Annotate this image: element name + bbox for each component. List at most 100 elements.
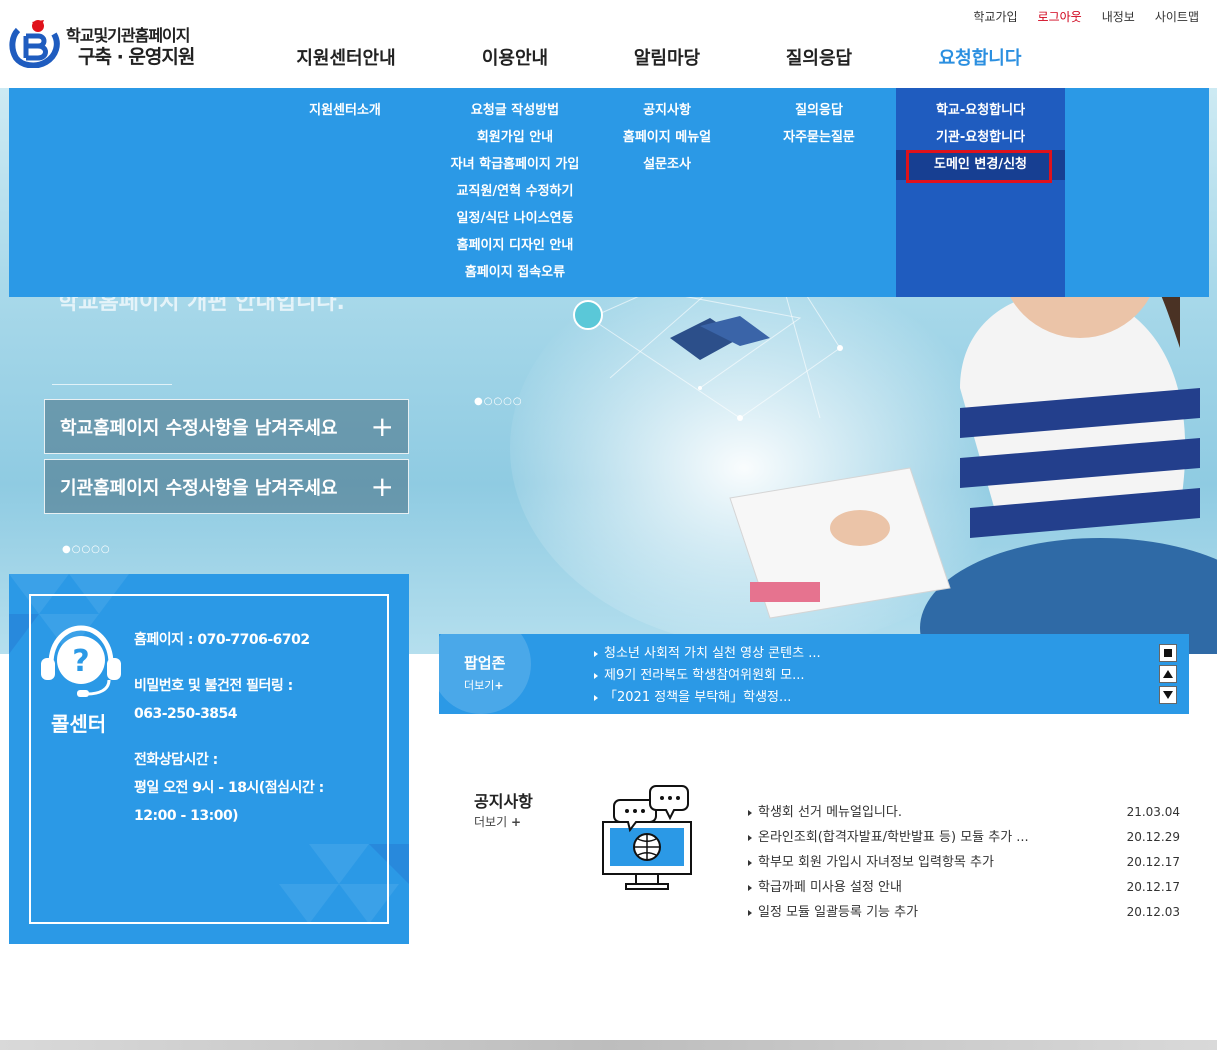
submenu-qna: 질의응답 자주묻는질문 [783, 102, 855, 156]
notice-row-title: 일정 모듈 일괄등록 기능 추가 [758, 905, 919, 920]
sitemap-link[interactable]: 사이트맵 [1155, 8, 1199, 25]
domain-change-highlight-box [906, 150, 1052, 183]
submenu-item-manual[interactable]: 홈페이지 메뉴얼 [623, 129, 711, 156]
notice-row[interactable]: 학생회 선거 메뉴얼입니다. 21.03.04 [748, 800, 1183, 825]
notice-row-title: 온라인조회(합격자발표/학반발표 등) 모듈 추가 ... [758, 830, 1029, 845]
header: 학교및기관홈페이지 구축 · 운영지원 학교가입 로그아웃 내정보 사이트맵 지… [0, 0, 1217, 88]
notice-row[interactable]: 학급까페 미사용 설정 안내 20.12.17 [748, 875, 1183, 900]
org-edit-request-label: 기관홈페이지 수정사항을 남겨주세요 [60, 477, 338, 499]
submenu-item-neis-sync[interactable]: 일정/식단 나이스연동 [457, 210, 574, 237]
notice-row-date: 21.03.04 [1126, 805, 1180, 819]
notice-row-title: 학부모 회원 가입시 자녀정보 입력항목 추가 [758, 855, 994, 870]
popup-circle-decoration [439, 634, 531, 714]
notice-row[interactable]: 학부모 회원 가입시 자녀정보 입력항목 추가 20.12.17 [748, 850, 1183, 875]
logout-link[interactable]: 로그아웃 [1038, 8, 1082, 25]
hours-line1: 평일 오전 9시 - 18시(점심시간 : [134, 780, 324, 796]
popup-item[interactable]: 「2021 정책을 부탁해」학생정... [594, 686, 821, 708]
nav-qna[interactable]: 질의응답 [786, 44, 852, 70]
filter-phone: 063-250-3854 [134, 706, 238, 722]
headset-question-icon: ? [41, 625, 121, 697]
submenu-usage: 요청글 작성방법 회원가입 안내 자녀 학급홈페이지 가입 교직원/연혁 수정하… [451, 102, 580, 291]
submenu-item-design-guide[interactable]: 홈페이지 디자인 안내 [457, 237, 574, 264]
popup-up-button[interactable] [1159, 665, 1177, 683]
nav-request[interactable]: 요청합니다 [939, 44, 1022, 70]
hero-dots: ●○○○○ [474, 396, 523, 407]
notice-row-date: 20.12.17 [1126, 855, 1180, 869]
bullet-icon [594, 672, 598, 679]
main-nav: 지원센터안내 이용안내 알림마당 질의응답 요청합니다 [0, 44, 1217, 70]
popup-item-text: 제9기 전라북도 학생참여위원회 모... [604, 668, 805, 683]
submenu-item-signup-guide[interactable]: 회원가입 안내 [477, 129, 553, 156]
filter-label: 비밀번호 및 불건전 필터링 : [134, 678, 293, 694]
call-center-panel: ? 콜센터 홈페이지 : 070-7706-6702 비밀번호 및 불건전 필터… [9, 574, 409, 944]
bullet-icon [748, 884, 752, 891]
bullet-icon [748, 834, 752, 841]
arrow-up-icon [1163, 670, 1173, 678]
notice-row-title: 학급까페 미사용 설정 안내 [758, 880, 902, 895]
hero-divider [52, 384, 172, 385]
submenu-item-notices[interactable]: 공지사항 [643, 102, 691, 129]
call-center-label: 콜센터 [51, 712, 107, 736]
submenu-item-qna[interactable]: 질의응답 [795, 102, 843, 129]
popup-item[interactable]: 청소년 사회적 가치 실천 영상 콘텐츠 ... [594, 642, 821, 664]
school-edit-request-button[interactable]: 학교홈페이지 수정사항을 남겨주세요 + [44, 399, 409, 454]
popup-title: 팝업존 [464, 654, 506, 672]
notice-list: 학생회 선거 메뉴얼입니다. 21.03.04 온라인조회(합격자발표/학반발표… [748, 800, 1183, 925]
popup-down-button[interactable] [1159, 686, 1177, 704]
notice-more-link[interactable]: 더보기 + [474, 813, 521, 830]
submenu-notice: 공지사항 홈페이지 메뉴얼 설문조사 [623, 102, 711, 183]
popup-more-label: 더보기 [464, 679, 495, 692]
hero-dots-lower: ●○○○○ [62, 544, 111, 555]
notice-row[interactable]: 온라인조회(합격자발표/학반발표 등) 모듈 추가 ... 20.12.29 [748, 825, 1183, 850]
homepage-phone: 홈페이지 : 070-7706-6702 [134, 632, 310, 648]
org-edit-request-button[interactable]: 기관홈페이지 수정사항을 남겨주세요 + [44, 459, 409, 514]
bullet-icon [594, 694, 598, 701]
popup-more-link[interactable]: 더보기+ [464, 677, 504, 693]
notice-title: 공지사항 [474, 792, 533, 811]
popup-item-text: 청소년 사회적 가치 실천 영상 콘텐츠 ... [604, 646, 821, 661]
popup-item[interactable]: 제9기 전라북도 학생참여위원회 모... [594, 664, 821, 686]
submenu-item-access-error[interactable]: 홈페이지 접속오류 [465, 264, 565, 291]
bullet-icon [748, 859, 752, 866]
call-center-info: 홈페이지 : 070-7706-6702 비밀번호 및 불건전 필터링 : 06… [134, 626, 324, 830]
notice-monitor-icon [602, 785, 692, 890]
popup-list: 청소년 사회적 가치 실천 영상 콘텐츠 ... 제9기 전라북도 학생참여위원… [594, 642, 821, 708]
arrow-down-icon [1163, 691, 1173, 699]
notice-row-date: 20.12.17 [1126, 880, 1180, 894]
popup-stop-button[interactable] [1159, 644, 1177, 662]
notice-row-date: 20.12.29 [1126, 830, 1180, 844]
submenu-item-writing-guide[interactable]: 요청글 작성방법 [471, 102, 559, 129]
submenu-item-school-request[interactable]: 학교-요청합니다 [936, 102, 1025, 129]
submenu-item-faq[interactable]: 자주묻는질문 [783, 129, 855, 156]
submenu-item-staff-history-edit[interactable]: 교직원/연혁 수정하기 [457, 183, 574, 210]
plus-icon: + [370, 410, 394, 443]
submenu-request: 학교-요청합니다 기관-요청합니다 도메인 변경/신청 [896, 88, 1065, 297]
plus-icon: + [370, 470, 394, 503]
stop-icon [1164, 649, 1172, 657]
signup-link[interactable]: 학교가입 [973, 8, 1017, 25]
notice-row-date: 20.12.03 [1126, 905, 1180, 919]
hours-label: 전화상담시간 : [134, 752, 218, 768]
popup-item-text: 「2021 정책을 부탁해」학생정... [604, 690, 792, 705]
notice-row[interactable]: 일정 모듈 일괄등록 기능 추가 20.12.03 [748, 900, 1183, 925]
plus-icon: + [494, 679, 504, 692]
school-edit-request-label: 학교홈페이지 수정사항을 남겨주세요 [60, 417, 338, 439]
bullet-icon [748, 909, 752, 916]
utility-nav: 학교가입 로그아웃 내정보 사이트맵 [973, 8, 1199, 25]
nav-usage-guide[interactable]: 이용안내 [482, 44, 548, 70]
nav-center-info[interactable]: 지원센터안내 [296, 44, 395, 70]
footer-strip [0, 1040, 1217, 1050]
submenu-item-survey[interactable]: 설문조사 [643, 156, 691, 183]
bullet-icon [594, 650, 598, 657]
bullet-icon [748, 809, 752, 816]
mega-menu-dropdown: 지원센터소개 요청글 작성방법 회원가입 안내 자녀 학급홈페이지 가입 교직원… [9, 88, 1209, 297]
myinfo-link[interactable]: 내정보 [1102, 8, 1135, 25]
submenu-center: 지원센터소개 [309, 102, 381, 129]
submenu-item-child-class-join[interactable]: 자녀 학급홈페이지 가입 [451, 156, 580, 183]
hours-line2: 12:00 - 13:00) [134, 808, 239, 824]
page: 학교및기관홈페이지 구축 · 운영지원 학교가입 로그아웃 내정보 사이트맵 지… [0, 0, 1217, 1050]
popup-zone: 팝업존 더보기+ 청소년 사회적 가치 실천 영상 콘텐츠 ... 제9기 전라… [439, 634, 1189, 714]
plus-icon: + [510, 815, 522, 829]
submenu-item-center-intro[interactable]: 지원센터소개 [309, 102, 381, 129]
nav-notice-board[interactable]: 알림마당 [634, 44, 700, 70]
